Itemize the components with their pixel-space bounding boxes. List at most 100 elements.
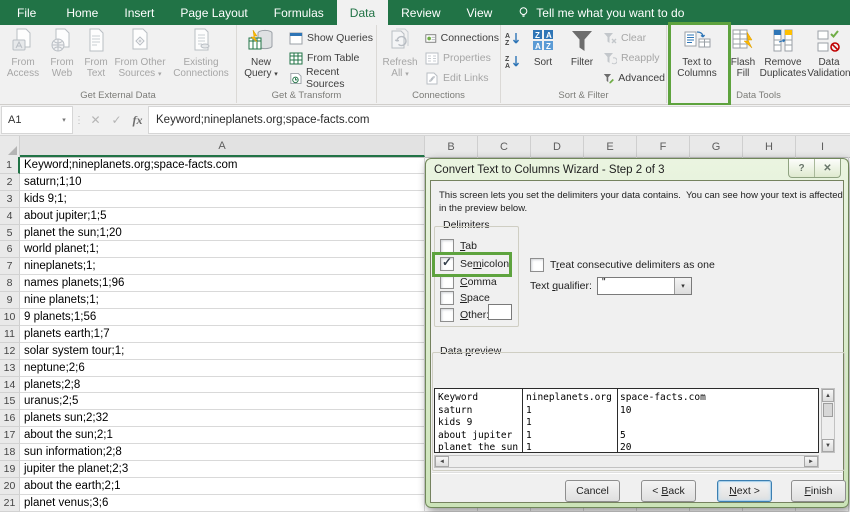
formula-input[interactable] [148,106,850,134]
filter-button[interactable]: Filter [563,28,601,68]
from-table-button[interactable]: From Table [289,49,375,67]
vertical-scroll-thumb[interactable] [823,403,833,417]
new-query-button[interactable]: New Query ▾ [239,28,283,80]
column-header-e[interactable]: E [584,136,637,157]
data-validation-button[interactable]: Data Validation [809,28,849,79]
group-get-external-data: From Access From Web From Text From Othe… [0,25,237,103]
get-transform-small-items: Show Queries From Table Recent Sources [289,29,375,87]
sort-ascending-icon[interactable]: AZ [504,31,521,46]
dialog-title: Convert Text to Columns Wizard - Step 2 … [434,159,665,180]
column-break-line[interactable] [617,389,618,452]
column-header-i[interactable]: I [796,136,849,157]
select-all-corner[interactable] [0,136,20,157]
tab-page-layout[interactable]: Page Layout [167,0,260,25]
column-break-line[interactable] [522,389,523,452]
scroll-left-icon[interactable]: ◄ [435,456,449,467]
sort-descending-icon[interactable]: ZA [504,54,521,69]
dialog-titlebar-controls: ? ✕ [788,159,841,178]
tab-review[interactable]: Review [388,0,453,25]
clear-filter-button[interactable]: Clear [603,29,665,47]
space-checkbox[interactable] [440,291,454,305]
insert-function-icon[interactable]: fx [127,105,148,135]
existing-connections-button[interactable]: Existing Connections [170,28,232,79]
from-text-button[interactable]: From Text [80,28,112,79]
from-web-icon [50,28,74,54]
cancel-entry-icon[interactable]: ✕ [85,105,106,135]
recent-sources-icon [289,72,302,85]
delimiter-other: Other: [440,307,489,322]
finish-button[interactable]: Finish [791,480,846,502]
tab-insert[interactable]: Insert [111,0,167,25]
group-label-get-external-data: Get External Data [0,90,236,101]
column-header-g[interactable]: G [690,136,743,157]
other-delimiter-input[interactable] [488,304,512,320]
column-header-h[interactable]: H [743,136,796,157]
treat-consecutive-checkbox[interactable] [530,258,544,272]
from-access-button[interactable]: From Access [2,28,44,79]
preview-horizontal-scrollbar[interactable]: ◄ ► [434,455,819,468]
column-header-b[interactable]: B [425,136,478,157]
tab-checkbox[interactable] [440,239,454,253]
recent-sources-button[interactable]: Recent Sources [289,69,375,87]
name-box-dropdown-icon[interactable]: ▾ [56,116,72,124]
preview-row: about jupiter15 [435,430,818,443]
back-button[interactable]: < Back [641,480,696,502]
group-get-transform: New Query ▾ Show Queries From Table Rece… [237,25,377,103]
reapply-filter-button[interactable]: Reapply [603,49,665,67]
show-queries-button[interactable]: Show Queries [289,29,375,47]
enter-entry-icon[interactable]: ✓ [106,105,127,135]
properties-button[interactable]: Properties [425,49,499,67]
cancel-button[interactable]: Cancel [565,480,620,502]
tell-me-label: Tell me what you want to do [536,6,684,20]
name-box-value: A1 [2,114,56,126]
preview-row: kids 91 [435,417,818,430]
excel-window: File Home Insert Page Layout Formulas Da… [0,0,850,512]
column-header-a[interactable]: A [20,136,425,157]
scroll-up-icon[interactable]: ▲ [822,389,834,402]
preview-row: planet the sun120 [435,442,818,453]
column-header-c[interactable]: C [478,136,531,157]
svg-text:Z: Z [535,31,540,40]
scroll-down-icon[interactable]: ▼ [822,439,834,452]
text-qualifier-combobox[interactable]: " ▾ [597,277,692,295]
sort-button[interactable]: ZAAZ Sort [526,28,560,68]
other-checkbox[interactable] [440,308,454,322]
button-separator [432,472,842,473]
ribbon: From Access From Web From Text From Othe… [0,25,850,105]
sort-mini-buttons: AZ ZA [504,31,524,69]
from-table-icon [289,52,303,65]
combobox-dropdown-icon[interactable]: ▾ [674,278,691,294]
from-other-sources-button[interactable]: From Other Sources ▾ [114,28,166,80]
column-header-d[interactable]: D [531,136,584,157]
from-web-button[interactable]: From Web [46,28,78,79]
tab-home[interactable]: Home [53,0,111,25]
tab-data[interactable]: Data [337,0,388,25]
refresh-all-button[interactable]: Refresh All ▾ [379,28,421,80]
sort-filter-small-items: Clear Reapply Advanced [603,29,665,87]
preview-row: Keywordnineplanets.orgspace-facts.com [435,392,818,405]
connections-button[interactable]: Connections [425,29,499,47]
show-queries-icon [289,32,303,45]
dropdown-caret-icon: ▾ [158,71,162,78]
next-button[interactable]: Next > [717,480,772,502]
flash-fill-button[interactable]: Flash Fill [729,28,757,79]
svg-text:A: A [546,31,552,40]
tab-file[interactable]: File [0,0,53,25]
edit-links-button[interactable]: Edit Links [425,69,499,87]
filter-icon [569,28,595,54]
name-box[interactable]: A1 ▾ [1,106,73,134]
data-validation-icon [816,28,842,54]
scroll-right-icon[interactable]: ► [804,456,818,467]
tab-formulas[interactable]: Formulas [261,0,337,25]
remove-duplicates-button[interactable]: Remove Duplicates [757,28,809,79]
treat-consecutive-row: Treat consecutive delimiters as one [530,257,715,272]
close-button[interactable]: ✕ [814,159,840,177]
preview-vertical-scrollbar[interactable]: ▲ ▼ [821,388,835,453]
cell-a1[interactable]: Keyword;nineplanets.org;space-facts.com [20,157,425,174]
column-header-f[interactable]: F [637,136,690,157]
advanced-filter-button[interactable]: Advanced [603,69,665,87]
dropdown-caret-icon: ▾ [405,71,409,78]
help-button[interactable]: ? [789,159,814,177]
tab-view[interactable]: View [454,0,506,25]
clear-filter-icon [603,32,617,45]
